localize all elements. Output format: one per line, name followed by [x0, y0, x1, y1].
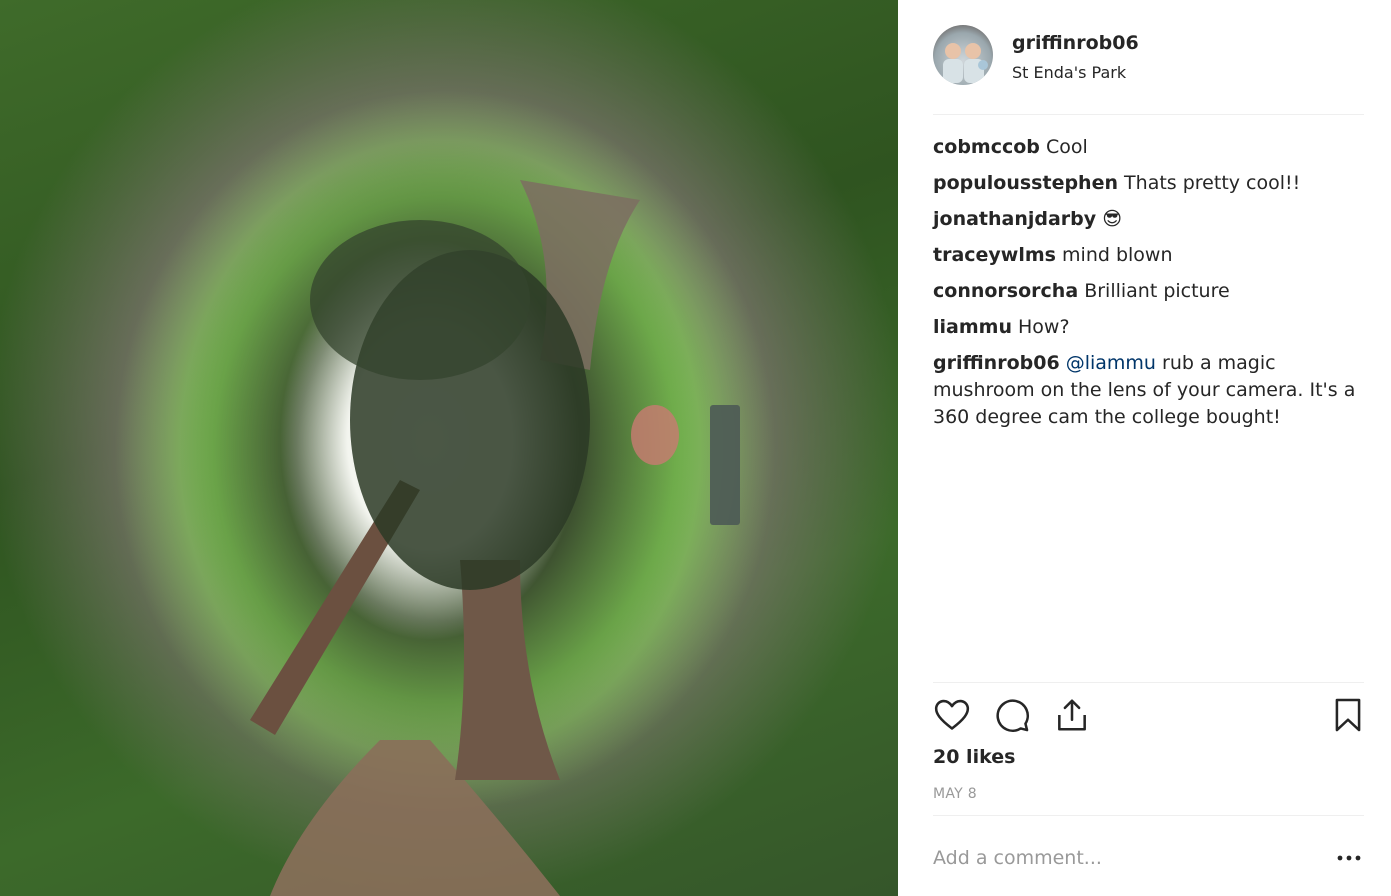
avatar-image — [943, 43, 988, 83]
add-comment-divider — [933, 815, 1364, 816]
comment-username[interactable]: liammu — [933, 316, 1012, 338]
more-icon[interactable] — [1336, 848, 1362, 868]
heart-icon[interactable] — [933, 696, 971, 734]
post-details-panel: griffinrob06 St Enda's Park cobmccob Coo… — [898, 0, 1391, 896]
comment-item: cobmccob Cool — [933, 134, 1364, 161]
comment-text: Brilliant picture — [1084, 280, 1230, 302]
comment-username[interactable]: populousstephen — [933, 172, 1118, 194]
comment-text: Thats pretty cool!! — [1124, 172, 1301, 194]
comment-mention[interactable]: @liammu — [1066, 352, 1156, 374]
actions-divider — [933, 682, 1364, 683]
comment-item: populousstephen Thats pretty cool!! — [933, 170, 1364, 197]
comment-item: griffinrob06 @liammu rub a magic mushroo… — [933, 350, 1364, 431]
comments-list: cobmccob Cool populousstephen Thats pret… — [933, 134, 1364, 440]
comment-text: 😎 — [1102, 208, 1123, 230]
comment-username[interactable]: traceywlms — [933, 244, 1056, 266]
post-username[interactable]: griffinrob06 — [1012, 32, 1139, 54]
comment-item: traceywlms mind blown — [933, 242, 1364, 269]
comment-item: liammu How? — [933, 314, 1364, 341]
comment-username[interactable]: griffinrob06 — [933, 352, 1060, 374]
comment-username[interactable]: connorsorcha — [933, 280, 1078, 302]
comment-username[interactable]: jonathanjdarby — [933, 208, 1096, 230]
add-comment-input[interactable] — [933, 838, 1313, 878]
post-photo[interactable] — [0, 0, 898, 896]
photo-illustration — [250, 180, 740, 896]
comment-text: Cool — [1045, 136, 1088, 158]
likes-count[interactable]: 20 likes — [933, 746, 1015, 768]
comment-item: jonathanjdarby 😎 — [933, 206, 1364, 233]
post-location[interactable]: St Enda's Park — [1012, 63, 1126, 82]
post-header: griffinrob06 St Enda's Park — [933, 25, 1364, 115]
comment-item: connorsorcha Brilliant picture — [933, 278, 1364, 305]
comment-icon[interactable] — [993, 696, 1031, 734]
comment-text: mind blown — [1062, 244, 1173, 266]
comment-username[interactable]: cobmccob — [933, 136, 1040, 158]
comment-text: How? — [1018, 316, 1070, 338]
bookmark-icon[interactable] — [1329, 696, 1367, 734]
avatar[interactable] — [933, 25, 993, 85]
post-date: MAY 8 — [933, 786, 977, 802]
post-actions — [933, 696, 1364, 736]
share-icon[interactable] — [1053, 696, 1091, 734]
